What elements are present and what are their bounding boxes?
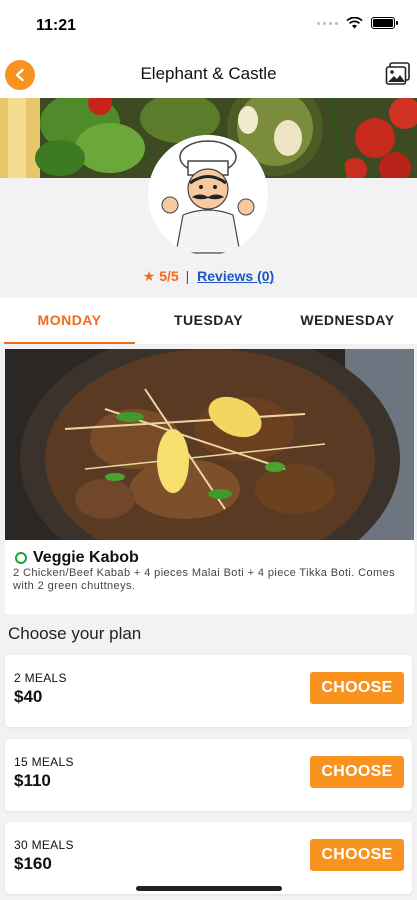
image-gallery-icon [385,62,410,85]
veg-indicator-icon [15,552,27,564]
signal-icon [317,21,338,25]
reviews-link[interactable]: Reviews (0) [197,268,274,284]
dish-info: Veggie Kabob 2 Chicken/Beef Kabab + 4 pi… [5,540,414,593]
plan-card: 2 MEALS $40 CHOOSE [5,655,412,727]
restaurant-avatar [148,135,268,255]
rating-score: 5/5 [159,268,179,284]
status-icons [317,17,398,29]
plan-meals: 15 MEALS [14,755,74,769]
day-tabs: MONDAY TUESDAY WEDNESDAY [0,298,417,344]
gallery-button[interactable] [385,61,411,87]
plan-card: 15 MEALS $110 CHOOSE [5,739,412,811]
page-title: Elephant & Castle [140,64,277,83]
rating-row: ★ 5/5 | Reviews (0) [0,268,417,285]
plan-price: $110 [14,771,51,790]
tab-wednesday[interactable]: WEDNESDAY [278,298,417,344]
plan-price: $160 [14,854,52,873]
plan-card: 30 MEALS $160 CHOOSE [5,822,412,894]
plan-meals: 2 MEALS [14,671,67,685]
dish-card[interactable]: Veggie Kabob 2 Chicken/Beef Kabab + 4 pi… [5,349,414,614]
rating-separator: | [185,268,190,284]
dish-name: Veggie Kabob [33,549,139,566]
tab-monday[interactable]: MONDAY [0,298,139,344]
dish-photo [5,349,414,540]
tab-tuesday[interactable]: TUESDAY [139,298,278,344]
battery-icon [371,17,398,29]
choose-plan-button[interactable]: CHOOSE [310,756,404,788]
status-bar: 11:21 [0,0,417,50]
dish-description: 2 Chicken/Beef Kabab + 4 pieces Malai Bo… [13,567,396,592]
star-icon: ★ [142,268,156,284]
plan-heading: Choose your plan [8,624,142,643]
plan-meals: 30 MEALS [14,838,74,852]
status-time: 11:21 [36,17,77,34]
choose-plan-button[interactable]: CHOOSE [310,672,404,704]
wifi-icon [346,17,363,29]
plan-price: $40 [14,687,43,706]
choose-plan-button[interactable]: CHOOSE [310,839,404,871]
home-indicator[interactable] [136,886,282,891]
navigation-bar: Elephant & Castle [0,50,417,98]
